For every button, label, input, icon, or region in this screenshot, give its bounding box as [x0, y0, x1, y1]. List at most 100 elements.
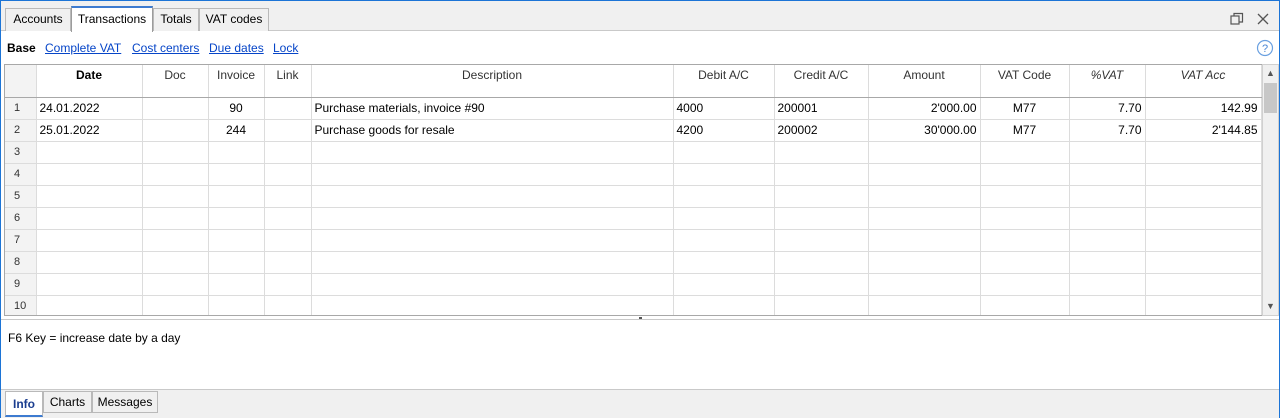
cell-vat-acc[interactable] [1145, 273, 1262, 296]
help-icon[interactable]: ? [1256, 39, 1274, 57]
cell-debit-account[interactable] [673, 141, 775, 164]
cell-vat-code[interactable] [980, 185, 1070, 208]
cell-vat-code[interactable] [980, 251, 1070, 274]
table-row[interactable]: 7 [5, 229, 1262, 252]
cell-date[interactable] [36, 251, 143, 274]
cell-date[interactable]: 24.01.2022 [36, 97, 143, 120]
cell-description[interactable] [311, 185, 674, 208]
cell-amount[interactable] [868, 185, 981, 208]
cell-vat-code[interactable] [980, 163, 1070, 186]
column-header-amount[interactable]: Amount [868, 65, 981, 98]
view-cost-centers[interactable]: Cost centers [132, 41, 199, 55]
cell-credit-account[interactable] [774, 229, 869, 252]
cell-credit-account[interactable] [774, 207, 869, 230]
cell-invoice[interactable] [208, 295, 265, 315]
cell-date[interactable] [36, 207, 143, 230]
cell-amount[interactable] [868, 251, 981, 274]
cell-debit-account[interactable] [673, 207, 775, 230]
cell-doc[interactable] [142, 185, 209, 208]
cell-description[interactable]: Purchase goods for resale [311, 119, 674, 142]
tab-messages[interactable]: Messages [92, 391, 158, 413]
cell-amount[interactable] [868, 163, 981, 186]
cell-credit-account[interactable] [774, 141, 869, 164]
cell-invoice[interactable] [208, 185, 265, 208]
cell-amount[interactable]: 30'000.00 [868, 119, 981, 142]
cell-vat-pct[interactable] [1069, 141, 1146, 164]
cell-vat-acc[interactable] [1145, 185, 1262, 208]
cell-vat-acc[interactable] [1145, 163, 1262, 186]
cell-amount[interactable] [868, 295, 981, 315]
cell-debit-account[interactable] [673, 251, 775, 274]
table-row[interactable]: 3 [5, 141, 1262, 164]
cell-description[interactable] [311, 141, 674, 164]
cell-vat-pct[interactable] [1069, 207, 1146, 230]
cell-vat-acc[interactable]: 142.99 [1145, 97, 1262, 120]
cell-vat-pct[interactable] [1069, 185, 1146, 208]
cell-date[interactable] [36, 163, 143, 186]
cell-debit-account[interactable] [673, 229, 775, 252]
cell-amount[interactable] [868, 273, 981, 296]
cell-vat-code[interactable] [980, 295, 1070, 315]
cell-debit-account[interactable] [673, 295, 775, 315]
cell-debit-account[interactable]: 4000 [673, 97, 775, 120]
cell-credit-account[interactable] [774, 163, 869, 186]
cell-credit-account[interactable]: 200002 [774, 119, 869, 142]
table-row[interactable]: 8 [5, 251, 1262, 274]
table-row[interactable]: 9 [5, 273, 1262, 296]
cell-description[interactable] [311, 273, 674, 296]
cell-link[interactable] [264, 251, 312, 274]
cell-vat-pct[interactable] [1069, 163, 1146, 186]
cell-date[interactable] [36, 229, 143, 252]
column-header-description[interactable]: Description [311, 65, 674, 98]
cell-vat-code[interactable] [980, 273, 1070, 296]
cell-doc[interactable] [142, 207, 209, 230]
cell-link[interactable] [264, 97, 312, 120]
column-header-debit[interactable]: Debit A/C [673, 65, 775, 98]
column-header-vat-acc[interactable]: VAT Acc [1145, 65, 1262, 98]
cell-invoice[interactable] [208, 163, 265, 186]
cell-date[interactable]: 25.01.2022 [36, 119, 143, 142]
cell-vat-pct[interactable] [1069, 273, 1146, 296]
cell-date[interactable] [36, 185, 143, 208]
cell-doc[interactable] [142, 119, 209, 142]
cell-vat-code[interactable] [980, 207, 1070, 230]
cell-doc[interactable] [142, 229, 209, 252]
table-row[interactable]: 1 24.01.2022 90 Purchase materials, invoice… [5, 97, 1262, 120]
tab-vat-codes[interactable]: VAT codes [199, 8, 269, 31]
cell-description[interactable]: Purchase materials, invoice #90 [311, 97, 674, 120]
tab-info[interactable]: Info [5, 391, 43, 417]
cell-vat-pct[interactable] [1069, 295, 1146, 315]
cell-link[interactable] [264, 273, 312, 296]
cell-vat-code[interactable] [980, 141, 1070, 164]
cell-link[interactable] [264, 295, 312, 315]
scrollbar-thumb[interactable] [1264, 83, 1277, 113]
cell-doc[interactable] [142, 97, 209, 120]
cell-date[interactable] [36, 141, 143, 164]
cell-doc[interactable] [142, 141, 209, 164]
cell-doc[interactable] [142, 273, 209, 296]
table-row[interactable]: 2 25.01.2022 244 Purchase goods for resale 4… [5, 119, 1262, 142]
cell-description[interactable] [311, 295, 674, 315]
cell-debit-account[interactable] [673, 163, 775, 186]
cell-date[interactable] [36, 273, 143, 296]
cell-vat-acc[interactable] [1145, 295, 1262, 315]
column-header-doc[interactable]: Doc [142, 65, 209, 98]
table-row[interactable]: 5 [5, 185, 1262, 208]
cell-credit-account[interactable] [774, 185, 869, 208]
tab-accounts[interactable]: Accounts [5, 8, 71, 31]
cell-invoice[interactable] [208, 207, 265, 230]
column-header-vat-code[interactable]: VAT Code [980, 65, 1070, 98]
cell-amount[interactable] [868, 141, 981, 164]
cell-invoice[interactable]: 244 [208, 119, 265, 142]
cell-credit-account[interactable]: 200001 [774, 97, 869, 120]
cell-link[interactable] [264, 229, 312, 252]
table-row[interactable]: 6 [5, 207, 1262, 230]
view-complete-vat[interactable]: Complete VAT [45, 41, 121, 55]
table-row[interactable]: 10 [5, 295, 1262, 315]
chevron-up-icon[interactable]: ▲ [1263, 65, 1278, 82]
cell-description[interactable] [311, 207, 674, 230]
cell-doc[interactable] [142, 163, 209, 186]
cell-vat-pct[interactable] [1069, 251, 1146, 274]
column-header-credit[interactable]: Credit A/C [774, 65, 869, 98]
cell-debit-account[interactable]: 4200 [673, 119, 775, 142]
